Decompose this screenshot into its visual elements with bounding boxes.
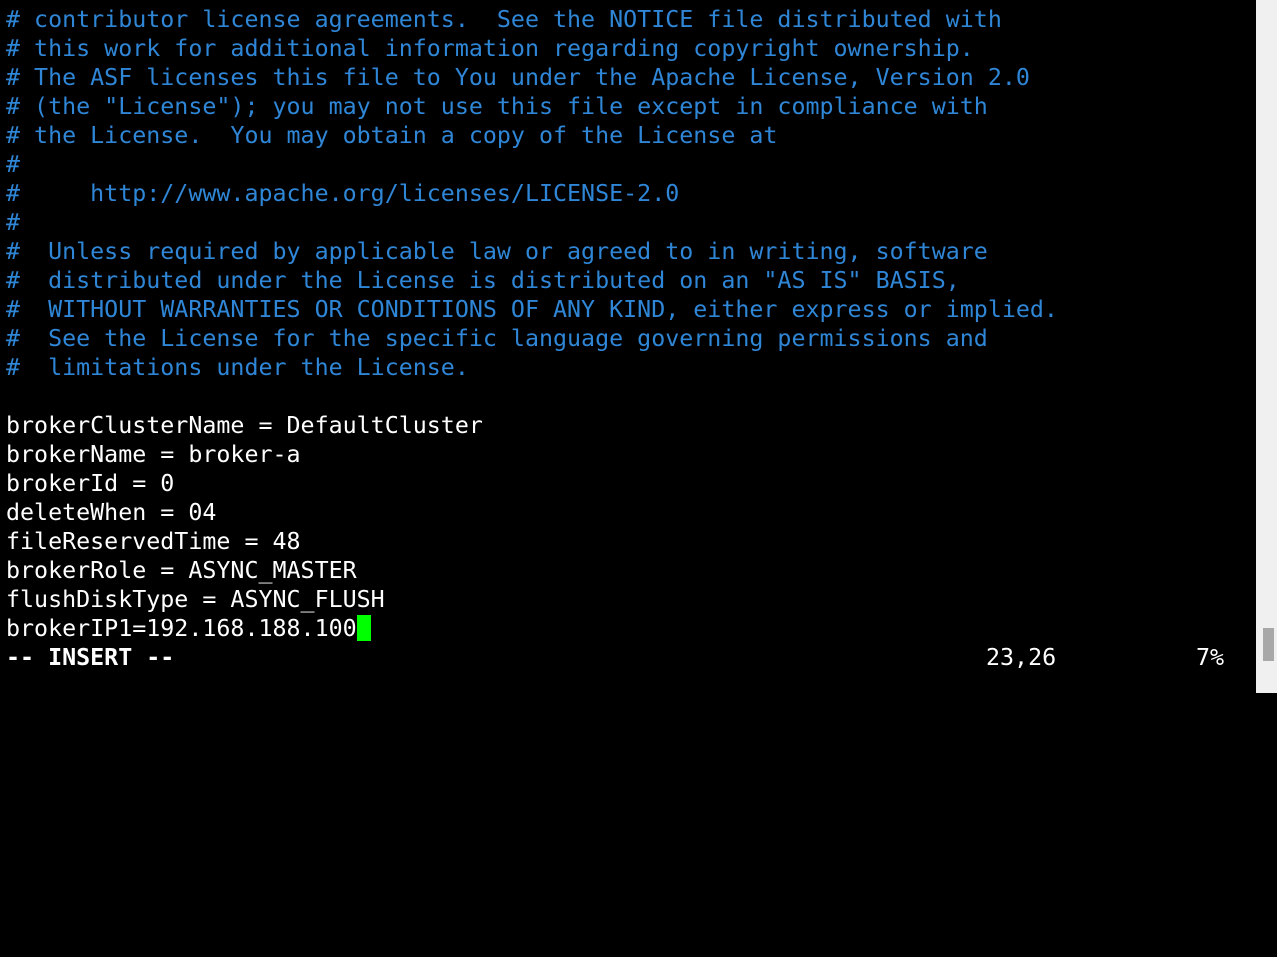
comment-line[interactable]: # (6, 150, 20, 179)
text-cursor (356, 615, 371, 641)
config-line-flush-disk-type[interactable]: flushDiskType = ASYNC_FLUSH (6, 585, 385, 614)
cursor-position-indicator: 23,26 (986, 644, 1057, 671)
vertical-scrollbar[interactable] (1256, 0, 1277, 693)
comment-line[interactable]: # (6, 208, 20, 237)
config-line-broker-ip[interactable]: brokerIP1=192.168.188.100 (6, 614, 371, 643)
config-line-broker-ip-text[interactable]: brokerIP1=192.168.188.100 (6, 615, 357, 642)
comment-line[interactable]: # WITHOUT WARRANTIES OR CONDITIONS OF AN… (6, 295, 1058, 324)
comment-line[interactable]: # this work for additional information r… (6, 34, 974, 63)
config-line-broker-name[interactable]: brokerName = broker-a (6, 440, 301, 469)
terminal-window[interactable]: # contributor license agreements. See th… (0, 0, 1256, 693)
config-line-broker-id[interactable]: brokerId = 0 (6, 469, 174, 498)
comment-line[interactable]: # the License. You may obtain a copy of … (6, 121, 777, 150)
comment-line[interactable]: # (the "License"); you may not use this … (6, 92, 988, 121)
comment-line[interactable]: # See the License for the specific langu… (6, 324, 988, 353)
comment-line[interactable]: # contributor license agreements. See th… (6, 5, 1002, 34)
vim-mode-indicator: -- INSERT -- (6, 644, 175, 671)
config-line-broker-cluster-name[interactable]: brokerClusterName = DefaultCluster (6, 411, 483, 440)
comment-line[interactable]: # The ASF licenses this file to You unde… (6, 63, 1030, 92)
license-url-line[interactable]: # http://www.apache.org/licenses/LICENSE… (6, 179, 679, 208)
scroll-percent-indicator: 7% (1196, 644, 1225, 671)
comment-line[interactable]: # Unless required by applicable law or a… (6, 237, 988, 266)
config-line-file-reserved-time[interactable]: fileReservedTime = 48 (6, 527, 301, 556)
config-line-delete-when[interactable]: deleteWhen = 04 (6, 498, 216, 527)
comment-line[interactable]: # distributed under the License is distr… (6, 266, 960, 295)
comment-line[interactable]: # limitations under the License. (6, 353, 469, 382)
config-line-broker-role[interactable]: brokerRole = ASYNC_MASTER (6, 556, 357, 585)
scrollbar-thumb[interactable] (1263, 628, 1274, 661)
